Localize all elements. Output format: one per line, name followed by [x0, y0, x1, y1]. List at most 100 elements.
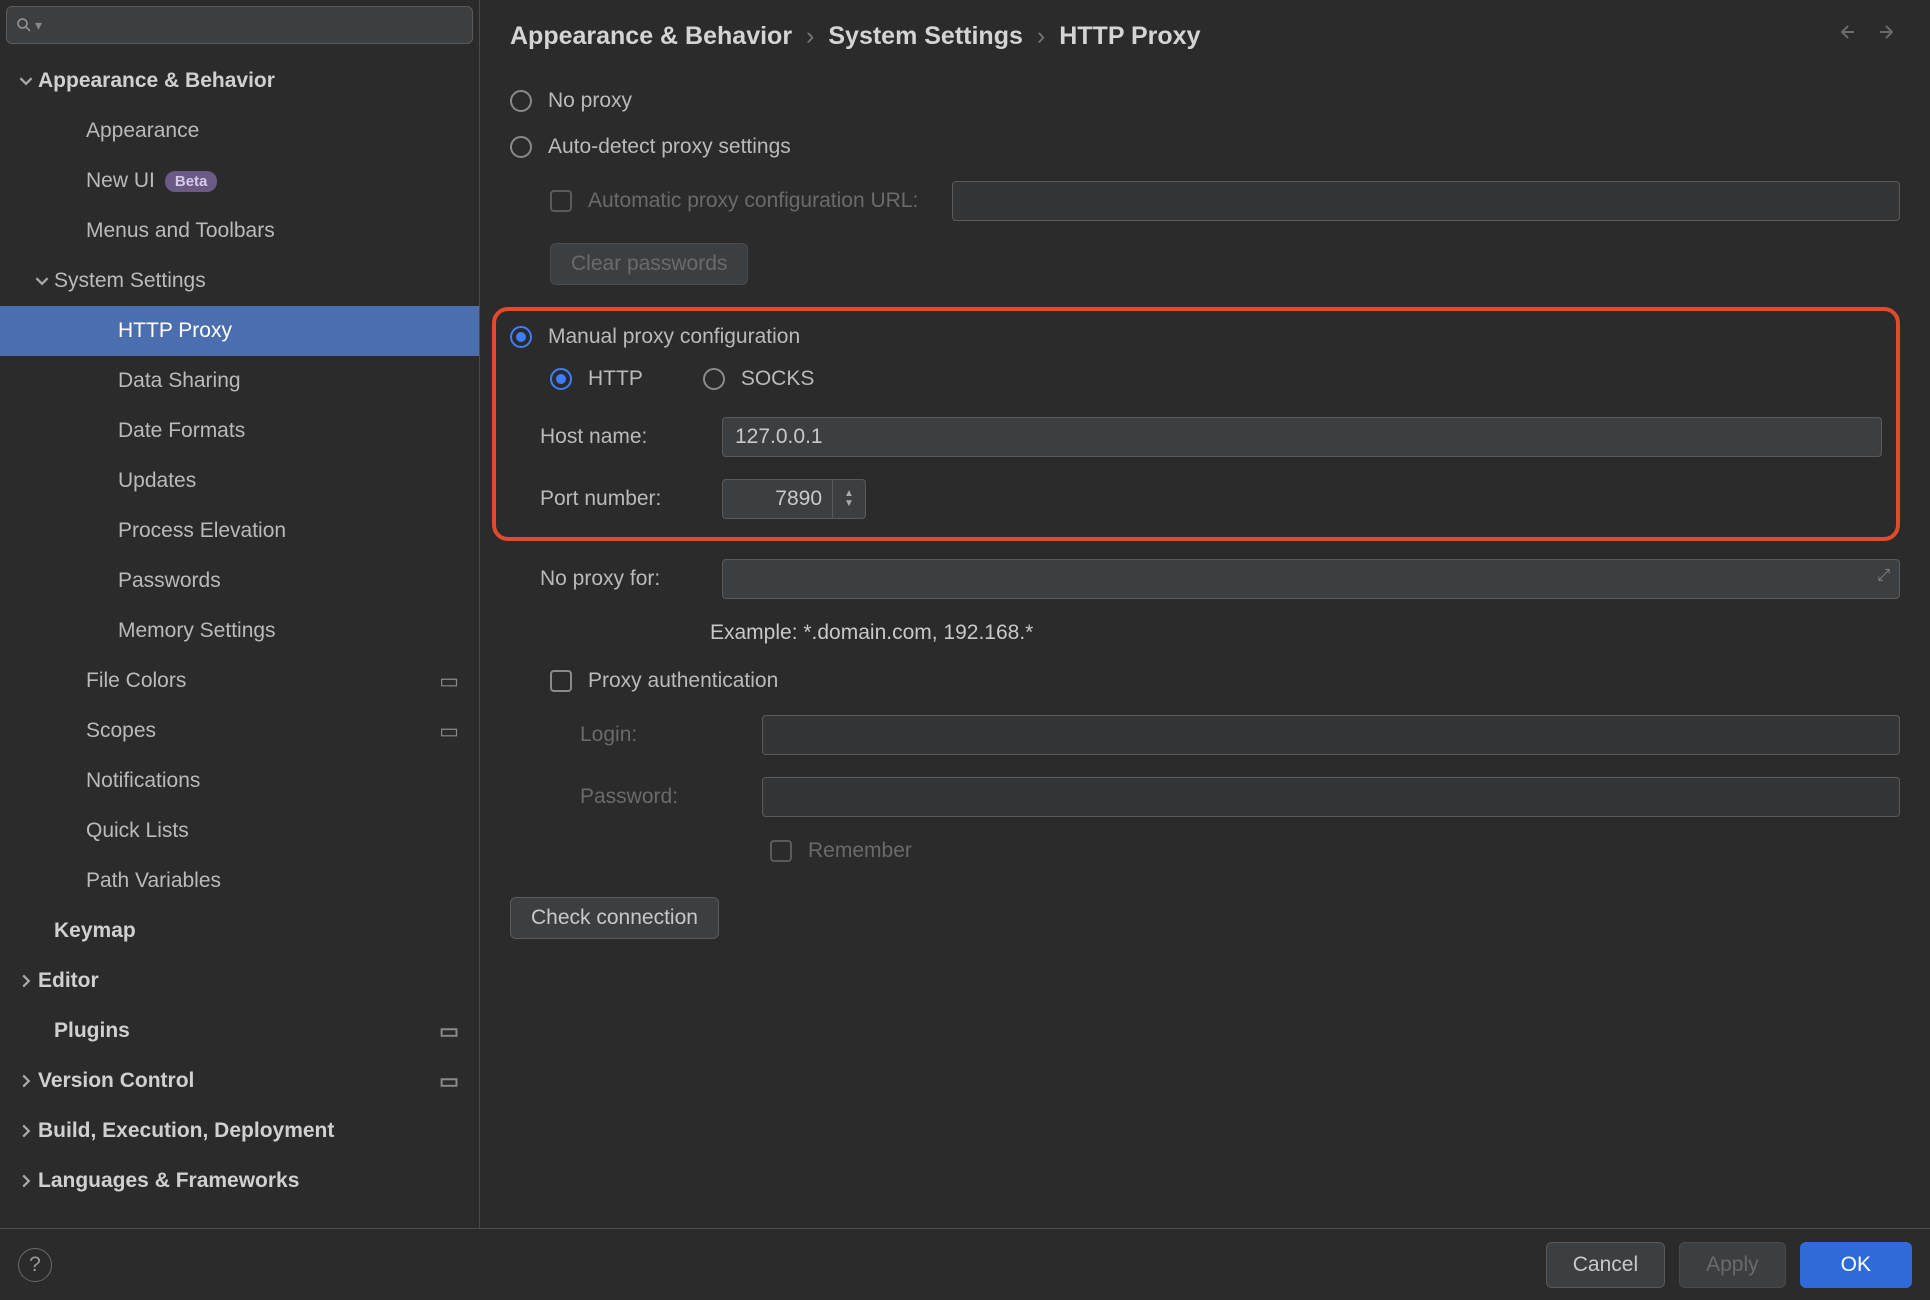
breadcrumb-part[interactable]: System Settings: [828, 22, 1023, 51]
expand-icon[interactable]: ⤢: [1877, 567, 1890, 585]
sidebar-item-label: Date Formats: [118, 419, 245, 443]
settings-content: Appearance & Behavior › System Settings …: [480, 0, 1930, 1228]
radio-no-proxy[interactable]: [510, 90, 532, 112]
port-input[interactable]: [722, 479, 832, 519]
sidebar-item-label: Updates: [118, 469, 196, 493]
sidebar-item-label: System Settings: [54, 269, 206, 293]
noproxy-example: Example: *.domain.com, 192.168.*: [710, 621, 1900, 645]
sidebar-item-label: Passwords: [118, 569, 221, 593]
sidebar-item-languages[interactable]: Languages & Frameworks: [0, 1156, 479, 1206]
help-icon: ?: [29, 1253, 41, 1277]
beta-badge: Beta: [165, 171, 218, 192]
sidebar-item-label: HTTP Proxy: [118, 319, 232, 343]
chevron-down-icon: [14, 74, 38, 88]
sidebar-item-menus-toolbars[interactable]: Menus and Toolbars: [0, 206, 479, 256]
check-connection-button[interactable]: Check connection: [510, 897, 719, 939]
sidebar-item-build[interactable]: Build, Execution, Deployment: [0, 1106, 479, 1156]
chevron-right-icon: [14, 1174, 38, 1188]
sidebar-item-label: Plugins: [54, 1019, 130, 1043]
breadcrumb: Appearance & Behavior › System Settings …: [510, 22, 1900, 51]
breadcrumb-sep: ›: [1037, 22, 1045, 51]
sidebar-item-version-control[interactable]: Version Control ▭: [0, 1056, 479, 1106]
chevron-right-icon: [14, 974, 38, 988]
breadcrumb-part: HTTP Proxy: [1059, 22, 1200, 51]
sidebar-item-scopes[interactable]: Scopes ▭: [0, 706, 479, 756]
radio-label: No proxy: [548, 89, 632, 113]
project-icon: ▭: [439, 719, 459, 744]
port-label: Port number:: [540, 487, 700, 511]
sidebar-item-http-proxy[interactable]: HTTP Proxy: [0, 306, 479, 356]
noproxy-input[interactable]: [722, 559, 1900, 599]
checkbox-label: Proxy authentication: [588, 669, 778, 693]
sidebar-item-new-ui[interactable]: New UI Beta: [0, 156, 479, 206]
sidebar-item-label: Data Sharing: [118, 369, 241, 393]
sidebar-item-plugins[interactable]: Plugins ▭: [0, 1006, 479, 1056]
port-stepper[interactable]: ▲ ▼: [832, 479, 866, 519]
sidebar-item-label: Notifications: [86, 769, 200, 793]
password-label: Password:: [580, 785, 740, 809]
radio-http[interactable]: [550, 368, 572, 390]
cancel-button[interactable]: Cancel: [1546, 1242, 1665, 1288]
checkbox-proxy-auth[interactable]: [550, 670, 572, 692]
sidebar-item-label: Process Elevation: [118, 519, 286, 543]
sidebar-item-label: Menus and Toolbars: [86, 219, 275, 243]
host-label: Host name:: [540, 425, 700, 449]
host-input[interactable]: [722, 417, 1882, 457]
nav-back-icon[interactable]: [1834, 20, 1858, 50]
sidebar-item-appearance-behavior[interactable]: Appearance & Behavior: [0, 56, 479, 106]
search-cursor: ▾: [35, 17, 42, 34]
sidebar-item-system-settings[interactable]: System Settings: [0, 256, 479, 306]
radio-label: Auto-detect proxy settings: [548, 135, 791, 159]
sidebar-item-appearance[interactable]: Appearance: [0, 106, 479, 156]
highlight-annotation: Manual proxy configuration HTTP SOCKS Ho…: [492, 307, 1900, 541]
chevron-right-icon: [14, 1124, 38, 1138]
sidebar-item-label: Appearance: [86, 119, 199, 143]
ok-button[interactable]: OK: [1800, 1242, 1912, 1288]
breadcrumb-sep: ›: [806, 22, 814, 51]
project-icon: ▭: [439, 1069, 459, 1094]
radio-manual[interactable]: [510, 326, 532, 348]
sidebar-item-label: Memory Settings: [118, 619, 276, 643]
login-label: Login:: [580, 723, 740, 747]
password-input: [762, 777, 1900, 817]
sidebar-item-date-formats[interactable]: Date Formats: [0, 406, 479, 456]
search-input[interactable]: ▾: [6, 6, 473, 44]
checkbox-label: Remember: [808, 839, 912, 863]
help-button[interactable]: ?: [18, 1248, 52, 1282]
auto-url-input: [952, 181, 1900, 221]
sidebar-item-path-variables[interactable]: Path Variables: [0, 856, 479, 906]
login-input: [762, 715, 1900, 755]
port-spinner[interactable]: ▲ ▼: [722, 479, 866, 519]
sidebar-item-passwords[interactable]: Passwords: [0, 556, 479, 606]
dialog-footer: ? Cancel Apply OK: [0, 1228, 1930, 1300]
sidebar-item-process-elevation[interactable]: Process Elevation: [0, 506, 479, 556]
checkbox-auto-url: [550, 190, 572, 212]
sidebar-item-label: Path Variables: [86, 869, 221, 893]
checkbox-remember: [770, 840, 792, 862]
sidebar-item-keymap[interactable]: Keymap: [0, 906, 479, 956]
sidebar-item-editor[interactable]: Editor: [0, 956, 479, 1006]
radio-auto-detect[interactable]: [510, 136, 532, 158]
chevron-down-icon: [30, 274, 54, 288]
sidebar-item-notifications[interactable]: Notifications: [0, 756, 479, 806]
sidebar-item-label: Quick Lists: [86, 819, 189, 843]
radio-socks[interactable]: [703, 368, 725, 390]
search-icon: [15, 16, 33, 34]
sidebar-item-data-sharing[interactable]: Data Sharing: [0, 356, 479, 406]
radio-label: HTTP: [588, 367, 643, 391]
apply-button: Apply: [1679, 1242, 1786, 1288]
nav-forward-icon[interactable]: [1876, 20, 1900, 50]
clear-passwords-button: Clear passwords: [550, 243, 748, 285]
sidebar-item-label: Build, Execution, Deployment: [38, 1119, 334, 1143]
project-icon: ▭: [439, 1019, 459, 1044]
sidebar-item-label: Editor: [38, 969, 99, 993]
breadcrumb-part[interactable]: Appearance & Behavior: [510, 22, 792, 51]
sidebar-item-label: File Colors: [86, 669, 186, 693]
chevron-right-icon: [14, 1074, 38, 1088]
sidebar-item-quick-lists[interactable]: Quick Lists: [0, 806, 479, 856]
sidebar-item-memory-settings[interactable]: Memory Settings: [0, 606, 479, 656]
sidebar-item-updates[interactable]: Updates: [0, 456, 479, 506]
step-down-icon[interactable]: ▼: [844, 499, 854, 509]
checkbox-label: Automatic proxy configuration URL:: [588, 189, 918, 213]
sidebar-item-file-colors[interactable]: File Colors ▭: [0, 656, 479, 706]
